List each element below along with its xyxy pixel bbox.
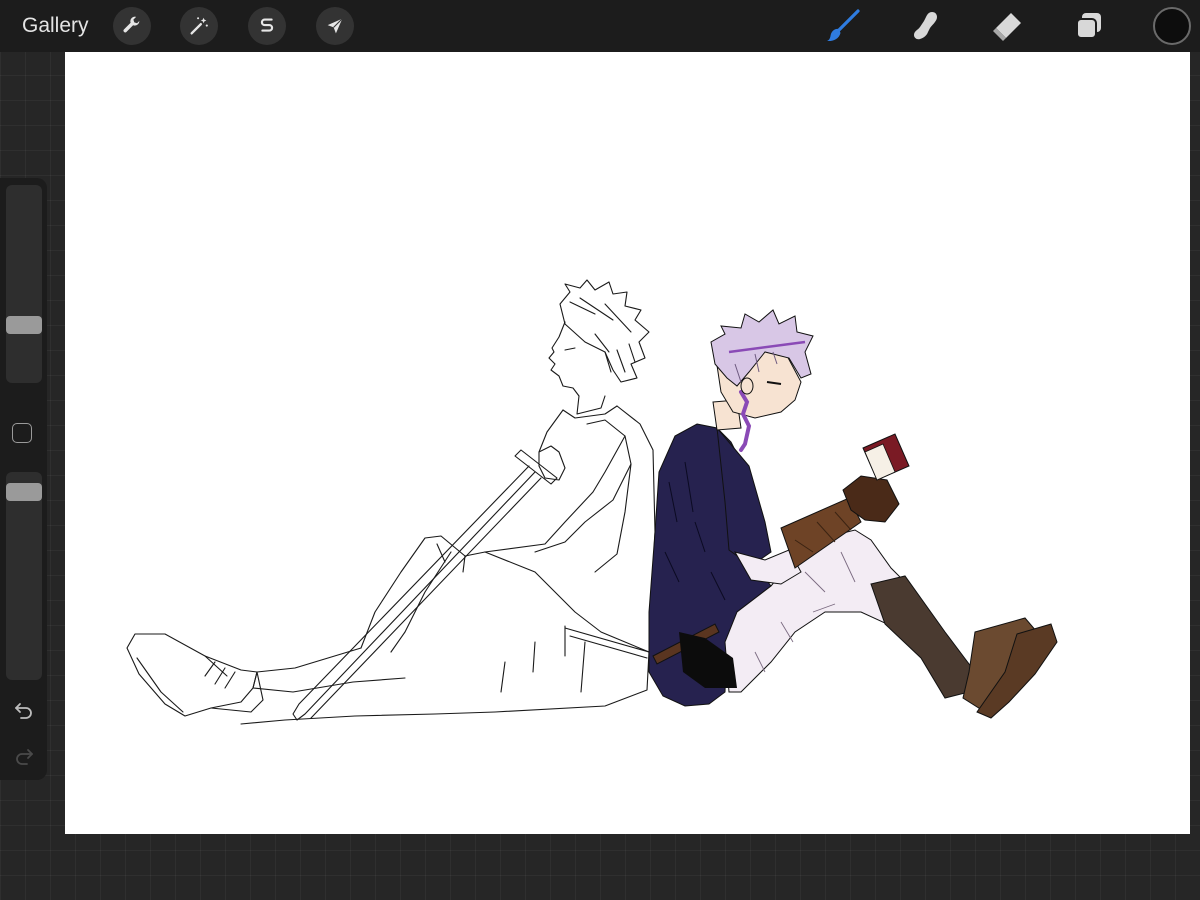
gallery-button[interactable]: Gallery xyxy=(22,14,89,38)
transform-button[interactable] xyxy=(316,7,354,45)
brush-icon xyxy=(827,9,860,42)
selection-button[interactable] xyxy=(248,7,286,45)
magic-wand-icon xyxy=(190,17,208,35)
layers-button[interactable] xyxy=(1069,6,1109,46)
color-picker-swatch[interactable] xyxy=(1153,7,1191,45)
undo-icon xyxy=(15,703,32,719)
brush-size-slider-thumb[interactable] xyxy=(6,316,42,334)
smudge-tool-button[interactable] xyxy=(905,6,945,46)
smudge-finger-icon xyxy=(914,12,937,40)
arrow-cursor-icon xyxy=(327,18,343,34)
redo-icon xyxy=(16,749,33,765)
brush-size-slider[interactable] xyxy=(6,185,42,383)
undo-button[interactable] xyxy=(11,698,37,724)
left-sidebar xyxy=(0,178,47,780)
top-toolbar: Gallery xyxy=(0,0,1200,52)
drawing-canvas[interactable] xyxy=(65,52,1190,834)
opacity-slider-thumb[interactable] xyxy=(6,483,42,501)
redo-button[interactable] xyxy=(11,744,37,770)
actions-button[interactable] xyxy=(113,7,151,45)
brush-tool-button[interactable] xyxy=(823,6,863,46)
eraser-icon xyxy=(993,13,1021,41)
selection-s-icon xyxy=(260,18,274,32)
artwork xyxy=(126,279,1058,725)
opacity-slider[interactable] xyxy=(6,472,42,680)
adjustments-button[interactable] xyxy=(180,7,218,45)
layers-icon xyxy=(1076,13,1101,39)
modify-button[interactable] xyxy=(12,423,32,443)
colored-figure xyxy=(648,309,1058,719)
wrench-icon xyxy=(123,16,140,33)
eraser-tool-button[interactable] xyxy=(987,6,1027,46)
lineart-figure xyxy=(126,279,656,725)
